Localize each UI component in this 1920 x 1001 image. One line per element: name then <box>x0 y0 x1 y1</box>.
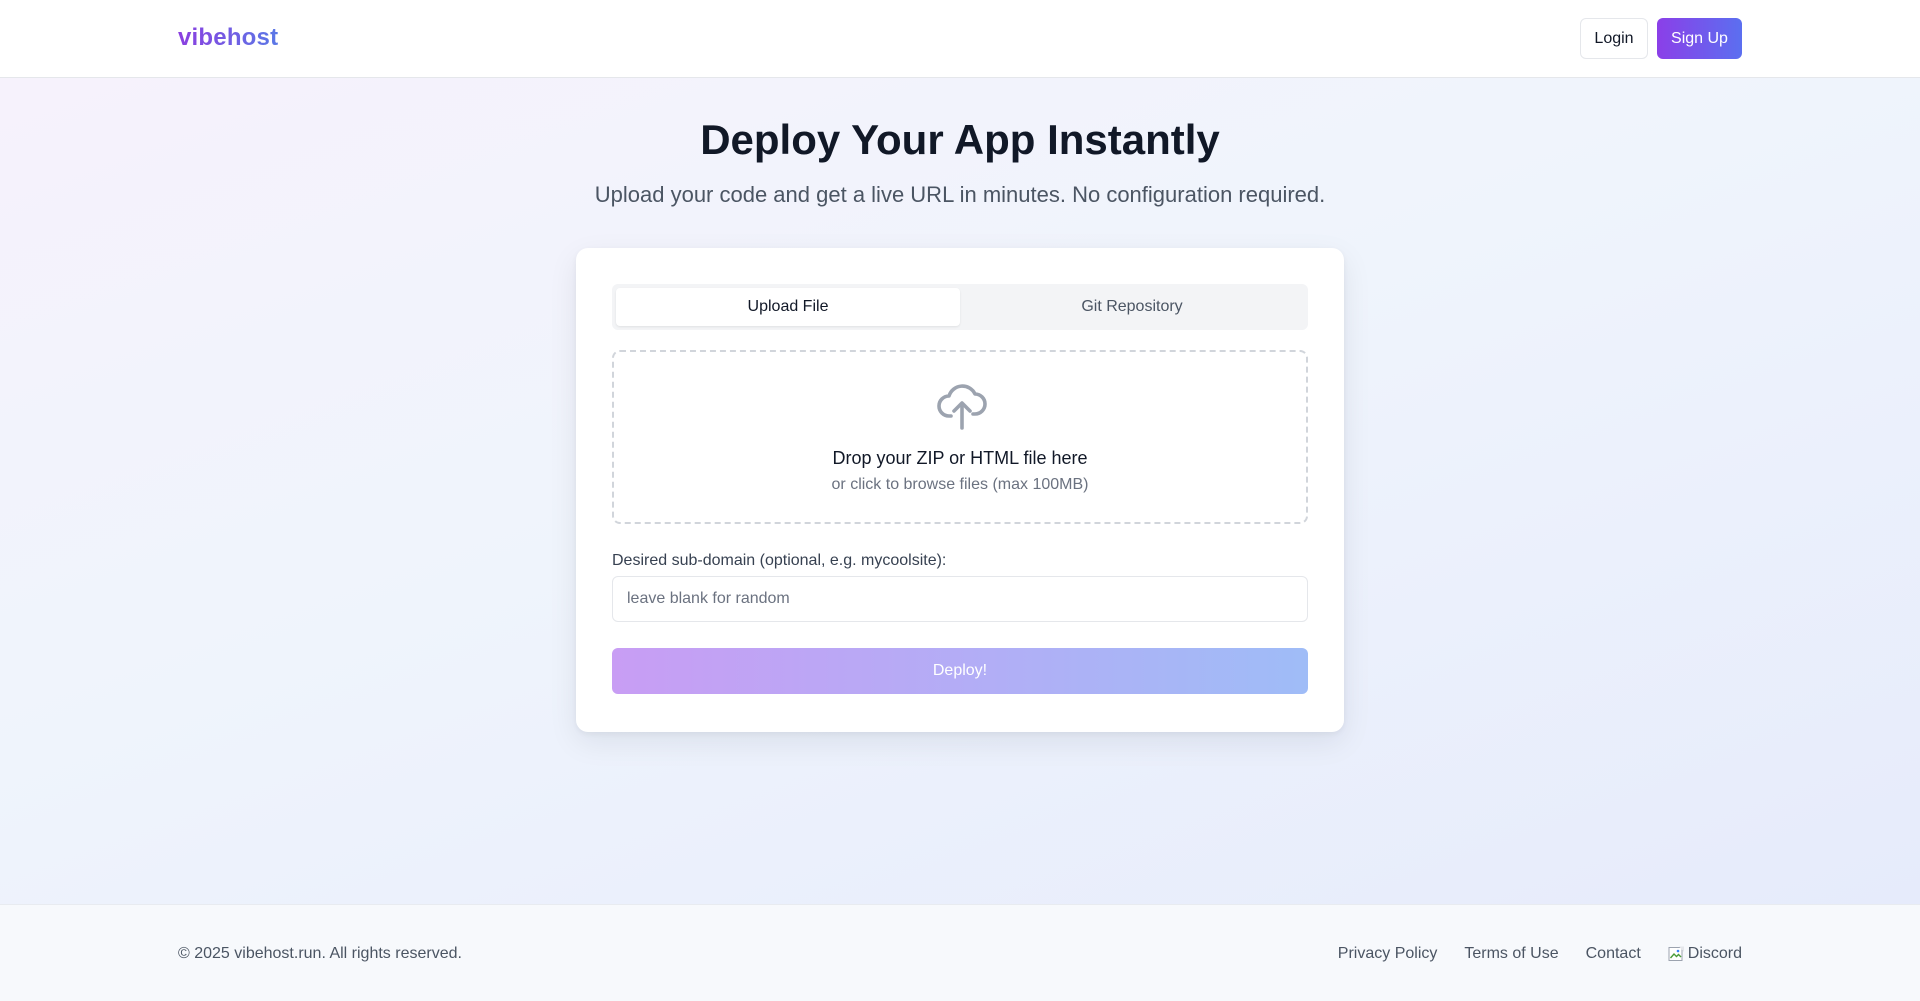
privacy-policy-link[interactable]: Privacy Policy <box>1338 943 1438 965</box>
terms-of-use-link[interactable]: Terms of Use <box>1464 943 1558 965</box>
broken-image-icon <box>1668 946 1684 961</box>
dropzone-hint: or click to browse files (max 100MB) <box>831 476 1089 493</box>
file-dropzone[interactable]: Drop your ZIP or HTML file here or click… <box>612 350 1308 524</box>
login-button[interactable]: Login <box>1580 18 1648 59</box>
dropzone-title: Drop your ZIP or HTML file here <box>832 448 1088 468</box>
deploy-card: Upload File Git Repository Drop your ZIP… <box>576 248 1344 732</box>
copyright-text: © 2025 vibehost.run. All rights reserved… <box>178 945 462 962</box>
discord-link-label: Discord <box>1687 945 1742 962</box>
site-footer: © 2025 vibehost.run. All rights reserved… <box>0 904 1920 1001</box>
tab-git-repository[interactable]: Git Repository <box>960 288 1304 326</box>
discord-link[interactable]: Discord <box>1668 943 1742 965</box>
footer-links: Privacy Policy Terms of Use Contact Disc… <box>1338 943 1742 965</box>
logo[interactable]: vibehost <box>178 23 278 53</box>
subdomain-label: Desired sub-domain (optional, e.g. mycoo… <box>612 552 947 569</box>
source-tabs: Upload File Git Repository <box>612 284 1308 330</box>
tab-upload-file[interactable]: Upload File <box>616 288 960 326</box>
page-subtitle: Upload your code and get a live URL in m… <box>594 182 1326 207</box>
deploy-button[interactable]: Deploy! <box>612 648 1308 694</box>
cloud-upload-icon <box>937 384 987 430</box>
site-header: vibehost Login Sign Up <box>0 0 1920 78</box>
page-title: Deploy Your App Instantly <box>700 116 1220 163</box>
main-content: Deploy Your App Instantly Upload your co… <box>0 78 1920 904</box>
subdomain-input[interactable] <box>612 576 1308 622</box>
signup-button[interactable]: Sign Up <box>1657 18 1742 59</box>
contact-link[interactable]: Contact <box>1586 943 1641 965</box>
